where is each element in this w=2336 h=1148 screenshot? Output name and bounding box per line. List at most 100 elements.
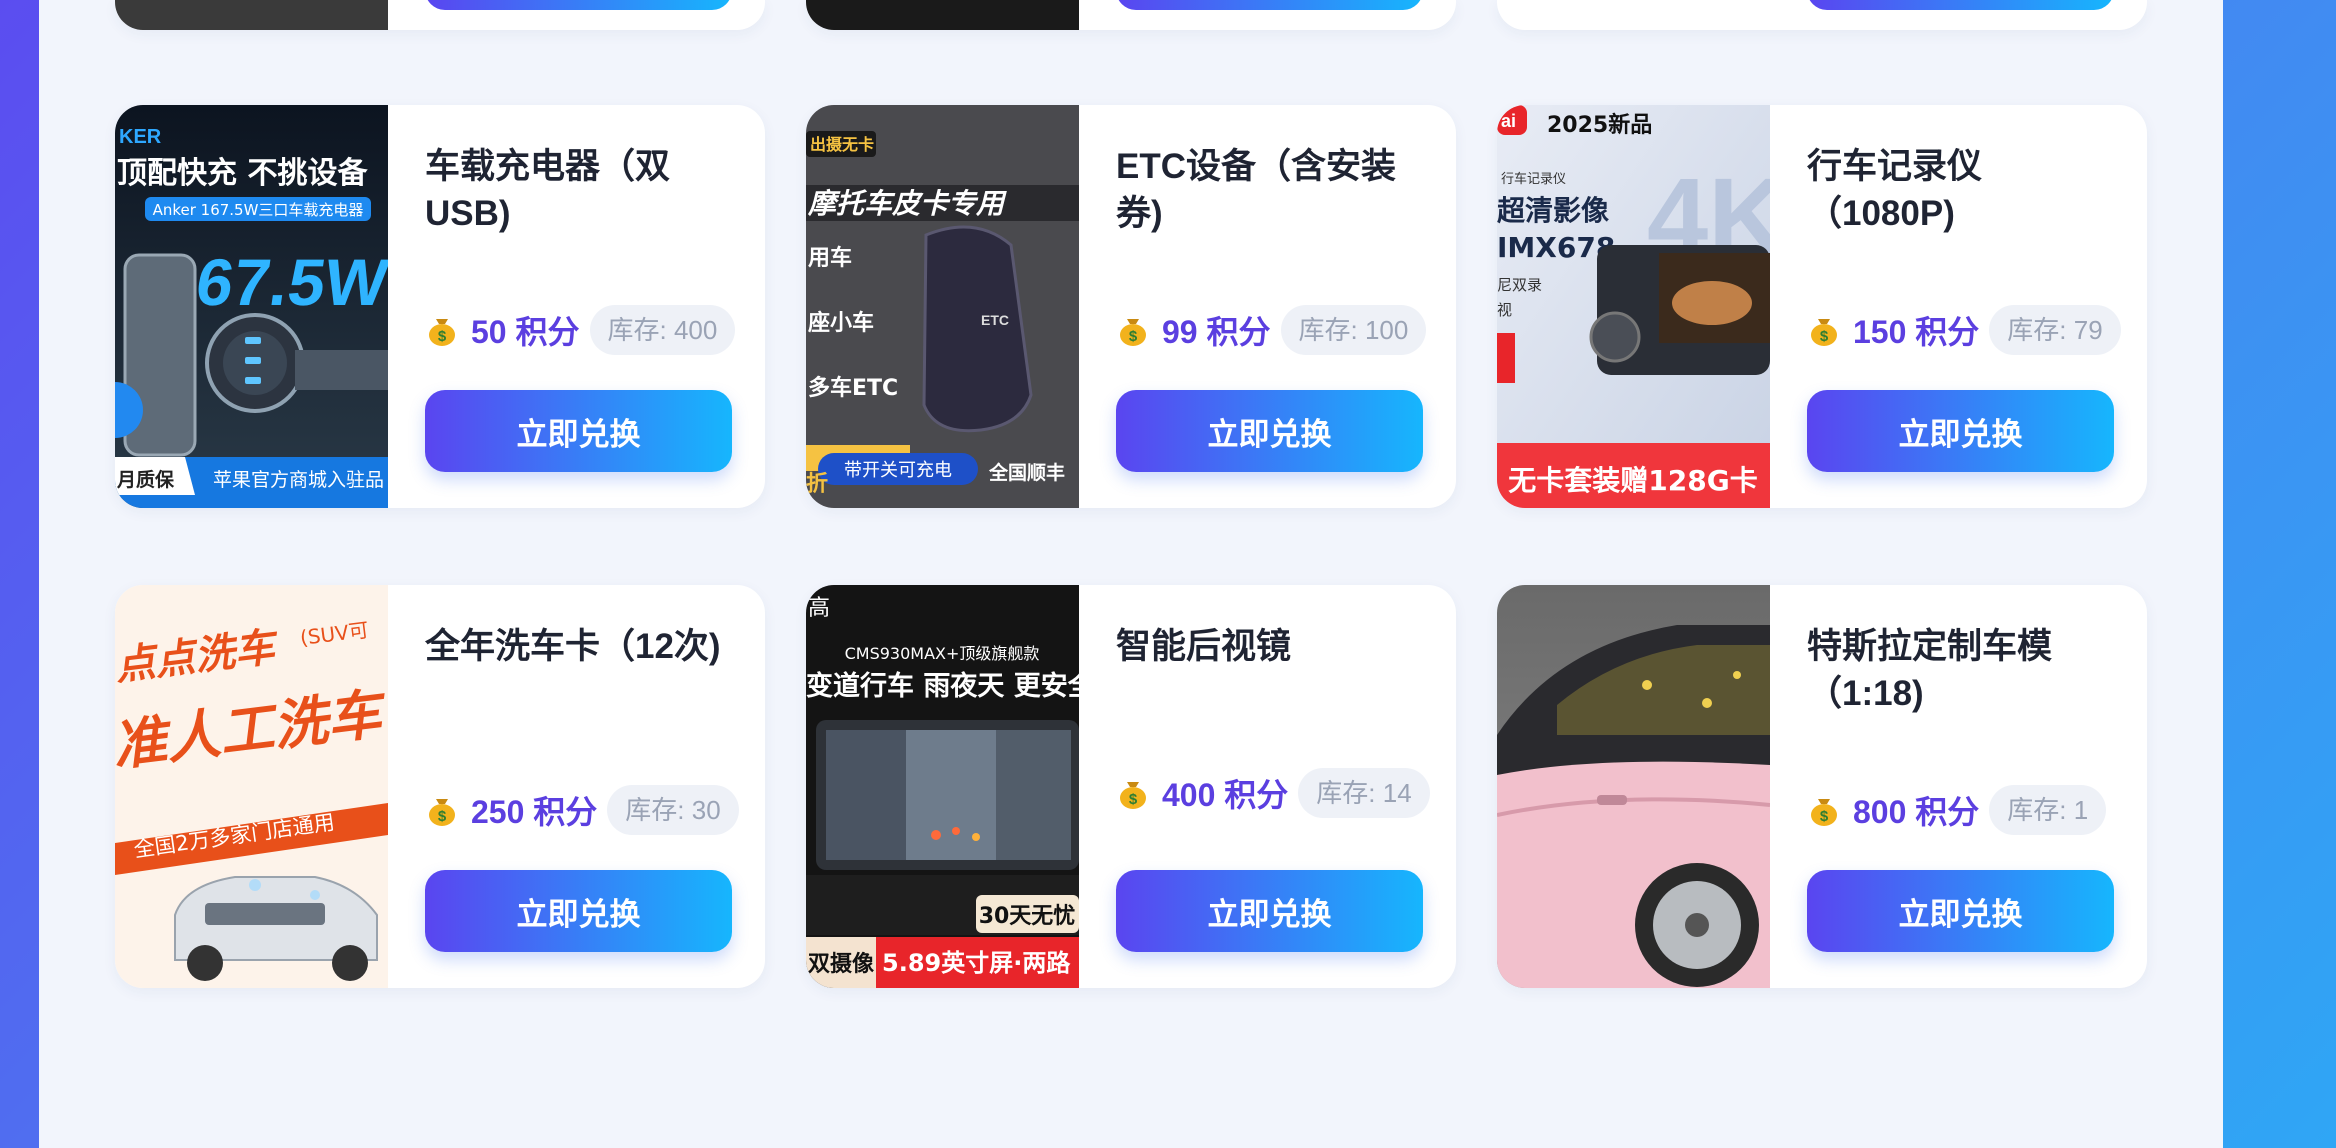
svg-text:$: $ (438, 328, 447, 345)
car-wash-image: 点点洗车 (SUV可 准人工洗车 全国2万多家门店通用 (115, 585, 388, 988)
svg-text:$: $ (1129, 791, 1138, 808)
money-bag-icon: $ (1120, 319, 1146, 346)
points-value: 99 积分 (1162, 314, 1271, 350)
image-text: KER (119, 126, 162, 148)
product-card: 点点洗车 (SUV可 准人工洗车 全国2万多家门店通用 全年洗车卡（12次) $ (115, 585, 765, 988)
redeem-button[interactable]: 立即兑换 (1116, 870, 1423, 952)
car-charger-image: KER 顶配快充 不挑设备 Anker 167.5W三口车载充电器 167.5W… (115, 105, 388, 508)
product-card: 出摄无卡 摩托车皮卡专用 用车 座小车 多车ETC ETC 带开关可充电 折 全… (806, 105, 1456, 508)
image-text: 多车ETC (808, 375, 898, 401)
money-bag-icon: $ (429, 799, 455, 826)
points-value: 150 积分 (1853, 314, 1980, 350)
image-text: 用车 (808, 245, 852, 271)
price-row: $ 250 积分 库存: 30 (425, 785, 739, 835)
product-info: 特斯拉定制车模（1:18) $ 800 积分 库存: 1 立即兑换 (1807, 585, 2114, 988)
stock-badge: 库存: 1 (1989, 785, 2107, 835)
image-text: 出摄无卡 (810, 135, 874, 154)
redeem-button[interactable]: 立即兑换 (425, 870, 732, 952)
svg-text:$: $ (1820, 808, 1829, 825)
svg-text:$: $ (1129, 328, 1138, 345)
product-title: 特斯拉定制车模（1:18) (1807, 627, 2053, 713)
image-text: 折 (806, 472, 828, 497)
price-row: $ 50 积分 库存: 400 (425, 305, 736, 355)
product-image: KER 顶配快充 不挑设备 Anker 167.5W三口车载充电器 167.5W… (115, 105, 388, 508)
product-image: 点点洗车 (SUV可 准人工洗车 全国2万多家门店通用 (115, 585, 388, 988)
tesla-model-image (1497, 585, 1770, 988)
image-text: 30天无忧 (979, 904, 1076, 929)
product-info: 行车记录仪（1080P) $ 150 积分 库存: 79 立即兑换 (1807, 105, 2121, 508)
redeem-button-partial[interactable] (1116, 0, 1423, 10)
redeem-button[interactable]: 立即兑换 (1807, 870, 2114, 952)
image-text: ETC (981, 312, 1009, 328)
money-bag-icon: $ (429, 319, 455, 346)
product-card: ai 2025新品 行车记录仪 4K 超清影像 IMX678 尼双录 视 无卡套… (1497, 105, 2147, 508)
product-info: 车载充电器（双USB) $ 50 积分 库存: 400 立即兑换 (425, 105, 736, 508)
image-text: 尼双录 (1497, 276, 1542, 294)
product-card-partial (806, 0, 1456, 30)
product-title: ETC设备（含安装券) (1116, 147, 1397, 233)
dash-cam-image: ai 2025新品 行车记录仪 4K 超清影像 IMX678 尼双录 视 无卡套… (1497, 105, 1770, 508)
stock-badge: 库存: 400 (589, 305, 736, 355)
points-value: 400 积分 (1162, 777, 1289, 813)
product-card-partial (1497, 0, 2147, 30)
image-text: 视 (1497, 301, 1512, 319)
image-text: 5.89英寸屏·两路 (882, 949, 1071, 977)
product-image (806, 0, 1079, 30)
product-card-partial (115, 0, 765, 30)
product-title: 智能后视镜 (1116, 627, 1292, 666)
image-text: 高 (808, 596, 830, 621)
image-text: 带开关可充电 (844, 460, 952, 481)
price-row: $ 800 积分 库存: 1 (1807, 785, 2107, 835)
product-image: 高 CMS930MAX+顶级旗舰款 变道行车 雨夜天 更安全 30天无忧 双摄像… (806, 585, 1079, 988)
image-text: Anker 167.5W三口车载充电器 (153, 201, 364, 219)
redeem-button[interactable]: 立即兑换 (1116, 390, 1423, 472)
points-value: 50 积分 (471, 314, 580, 350)
stock-badge: 库存: 30 (607, 785, 739, 835)
image-text: CMS930MAX+顶级旗舰款 (845, 644, 1040, 663)
rearview-mirror-image: 高 CMS930MAX+顶级旗舰款 变道行车 雨夜天 更安全 30天无忧 双摄像… (806, 585, 1079, 988)
svg-text:$: $ (438, 808, 447, 825)
money-bag-icon: $ (1811, 799, 1837, 826)
product-card: KER 顶配快充 不挑设备 Anker 167.5W三口车载充电器 167.5W… (115, 105, 765, 508)
product-image: 出摄无卡 摩托车皮卡专用 用车 座小车 多车ETC ETC 带开关可充电 折 全… (806, 105, 1079, 508)
price-row: $ 400 积分 库存: 14 (1116, 768, 1430, 818)
product-info: ETC设备（含安装券) $ 99 积分 库存: 100 立即兑换 (1116, 105, 1427, 508)
product-title: 车载充电器（双USB) (425, 147, 671, 233)
money-bag-icon: $ (1120, 782, 1146, 809)
product-image (1497, 585, 1770, 988)
stock-badge: 库存: 79 (1989, 305, 2121, 355)
product-title: 全年洗车卡（12次) (425, 627, 721, 666)
stock-badge: 库存: 100 (1280, 305, 1427, 355)
product-image (115, 0, 388, 30)
image-text: 变道行车 雨夜天 更安全 (806, 670, 1079, 702)
image-text: 月质保 (116, 468, 175, 491)
image-text: 苹果官方商城入驻品 (213, 469, 384, 491)
stock-badge: 库存: 14 (1298, 768, 1430, 818)
product-title: 行车记录仪（1080P) (1807, 147, 1983, 233)
image-text: 超清影像 (1497, 194, 1610, 227)
redeem-button[interactable]: 立即兑换 (425, 390, 732, 472)
money-bag-icon: $ (1811, 319, 1837, 346)
image-text: 无卡套装赠128G卡 (1508, 464, 1757, 497)
image-text: 摩托车皮卡专用 (807, 187, 1007, 220)
price-row: $ 150 积分 库存: 79 (1807, 305, 2121, 355)
price-row: $ 99 积分 库存: 100 (1116, 305, 1427, 355)
product-card: 特斯拉定制车模（1:18) $ 800 积分 库存: 1 立即兑换 (1497, 585, 2147, 988)
product-card: 高 CMS930MAX+顶级旗舰款 变道行车 雨夜天 更安全 30天无忧 双摄像… (806, 585, 1456, 988)
image-text: 座小车 (808, 310, 874, 336)
product-info: 智能后视镜 $ 400 积分 库存: 14 立即兑换 (1116, 585, 1430, 988)
redeem-button-partial[interactable] (1807, 0, 2114, 10)
points-value: 250 积分 (471, 794, 598, 830)
svg-text:$: $ (1820, 328, 1829, 345)
redeem-button-partial[interactable] (425, 0, 732, 10)
image-text: 全国顺丰 (988, 461, 1065, 484)
image-text: 顶配快充 不挑设备 (117, 156, 368, 191)
image-text: 行车记录仪 (1501, 171, 1566, 187)
product-image: ai 2025新品 行车记录仪 4K 超清影像 IMX678 尼双录 视 无卡套… (1497, 105, 1770, 508)
content-panel: KER 顶配快充 不挑设备 Anker 167.5W三口车载充电器 167.5W… (39, 0, 2223, 1148)
etc-device-image: 出摄无卡 摩托车皮卡专用 用车 座小车 多车ETC ETC 带开关可充电 折 全… (806, 105, 1079, 508)
redeem-button[interactable]: 立即兑换 (1807, 390, 2114, 472)
points-value: 800 积分 (1853, 794, 1980, 830)
image-text: ai (1501, 111, 1516, 131)
image-text: 双摄像 (808, 951, 875, 977)
